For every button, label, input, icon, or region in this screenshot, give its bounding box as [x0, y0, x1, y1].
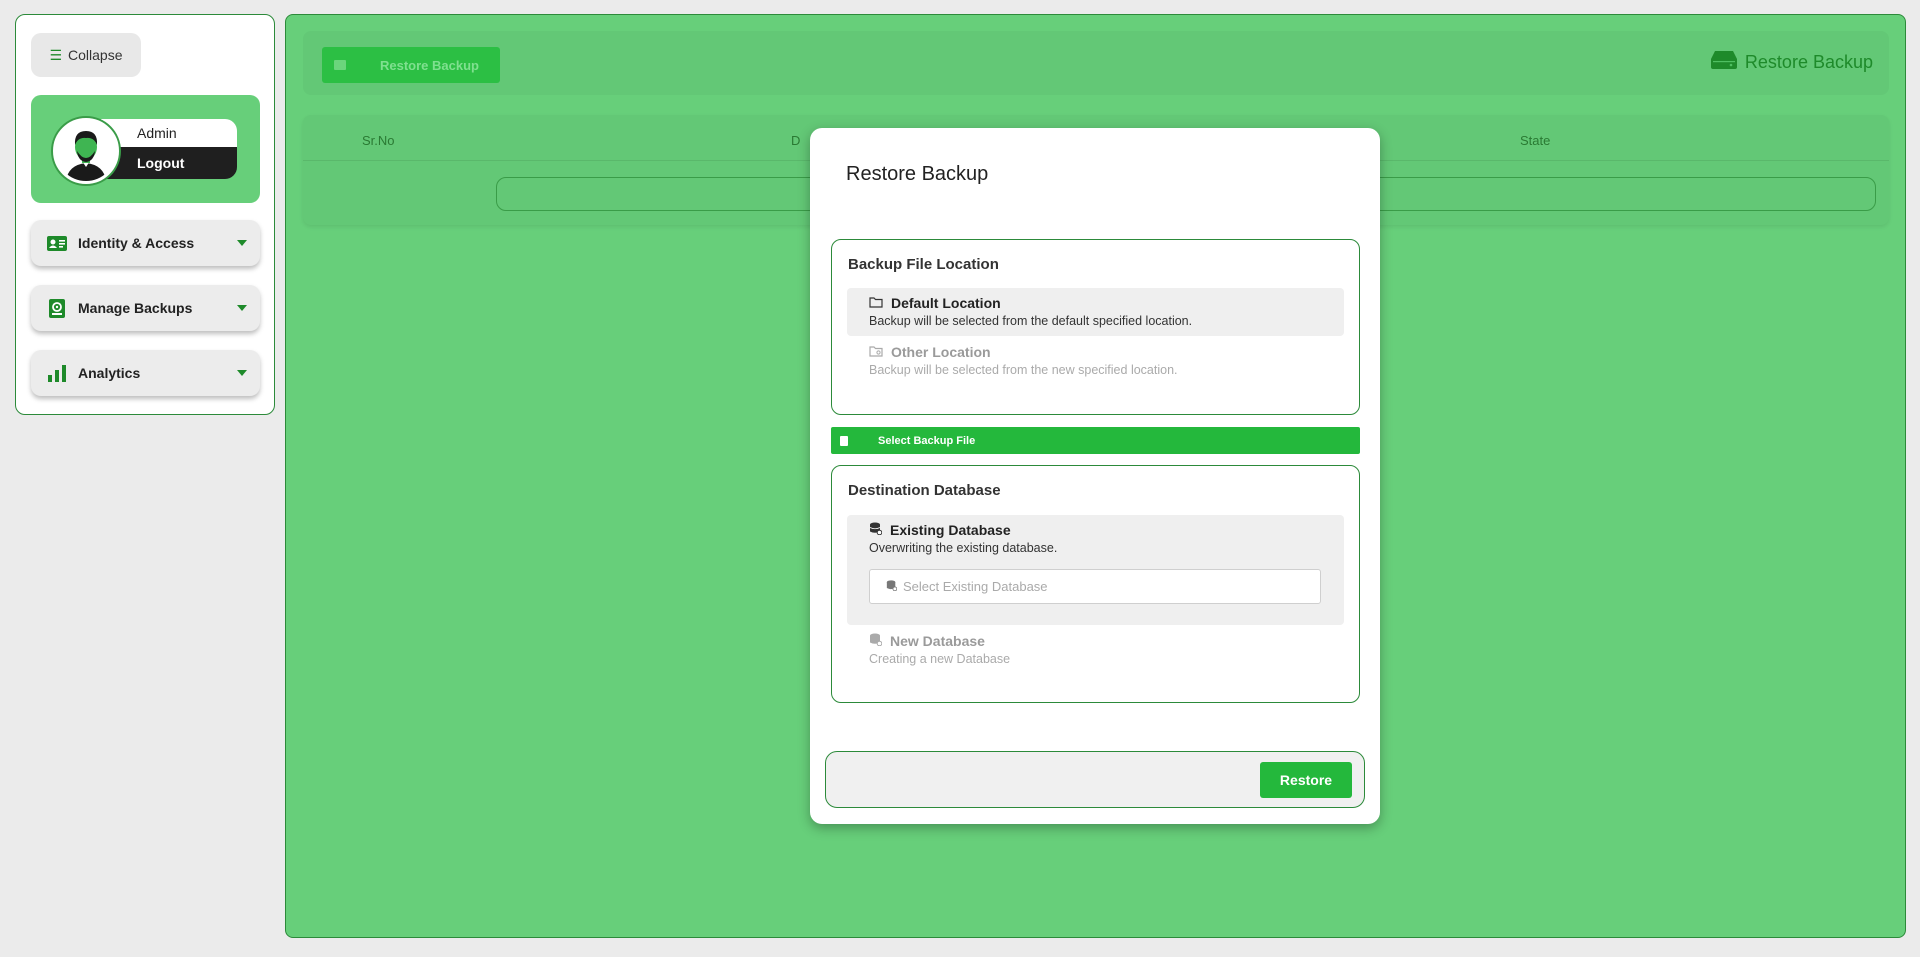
option-new-database[interactable]: New Database Creating a new Database [847, 626, 1344, 674]
option-label: New Database [890, 633, 985, 649]
collapse-button[interactable]: ☰ Collapse [31, 33, 141, 77]
folder-restore-icon [334, 60, 346, 70]
option-existing-database[interactable]: Existing Database Overwriting the existi… [847, 515, 1344, 625]
option-description: Overwriting the existing database. [869, 541, 1058, 555]
profile-name: Admin [101, 119, 237, 147]
sidebar-item-manage-backups[interactable]: Manage Backups [31, 285, 260, 331]
restore-backup-modal: Restore Backup Backup File Location Defa… [810, 128, 1380, 824]
column-header: D [791, 133, 801, 148]
logout-button[interactable]: Logout [101, 147, 237, 179]
server-icon [1710, 51, 1737, 74]
page-title: Restore Backup [1710, 51, 1873, 74]
avatar [53, 118, 119, 184]
sidebar-item-label: Manage Backups [78, 300, 193, 316]
sidebar-item-identity-access[interactable]: Identity & Access [31, 220, 260, 266]
backup-icon [46, 298, 68, 318]
backup-file-location-group: Backup File Location Default Location Ba… [831, 239, 1360, 415]
option-default-location[interactable]: Default Location Backup will be selected… [847, 288, 1344, 336]
column-header: State [1520, 133, 1551, 148]
column-header: Sr.No [362, 133, 395, 148]
option-description: Backup will be selected from the default… [869, 314, 1193, 328]
restore-backup-button[interactable]: Restore Backup [322, 47, 500, 83]
group-title: Destination Database [848, 482, 1001, 499]
destination-database-group: Destination Database Existing Database O… [831, 465, 1360, 703]
toolbar: Restore Backup Restore Backup [303, 31, 1889, 95]
option-label: Default Location [891, 295, 1001, 311]
folder-icon [869, 295, 883, 311]
collapse-label: Collapse [68, 47, 123, 63]
folder-search-icon [869, 344, 883, 360]
sidebar-item-analytics[interactable]: Analytics [31, 350, 260, 396]
option-other-location[interactable]: Other Location Backup will be selected f… [847, 337, 1344, 385]
modal-title: Restore Backup [846, 163, 989, 185]
sidebar-item-label: Analytics [78, 365, 141, 381]
option-description: Backup will be selected from the new spe… [869, 363, 1178, 377]
option-description: Creating a new Database [869, 652, 1011, 666]
modal-footer: Restore [825, 751, 1365, 808]
select-file-label: Select Backup File [878, 434, 976, 447]
bar-chart-icon [46, 364, 68, 382]
restore-button[interactable]: Restore [1260, 762, 1352, 798]
file-icon [840, 435, 848, 446]
select-backup-file-button[interactable]: Select Backup File [831, 427, 1360, 454]
group-title: Backup File Location [848, 256, 999, 273]
restore-backup-label: Restore Backup [380, 57, 479, 73]
id-card-icon [46, 234, 68, 252]
profile-card: Admin Logout [31, 95, 260, 203]
database-icon [869, 522, 883, 538]
sidebar: ☰ Collapse Admin Logout Identity & Acces… [15, 14, 275, 415]
hamburger-icon: ☰ [49, 46, 63, 63]
option-label: Other Location [891, 344, 991, 360]
chevron-down-icon [237, 370, 247, 376]
select-placeholder: Select Existing Database [903, 579, 1048, 594]
database-icon [886, 579, 898, 594]
sidebar-item-label: Identity & Access [78, 235, 195, 251]
page-title-text: Restore Backup [1744, 52, 1873, 72]
chevron-down-icon [237, 305, 247, 311]
existing-database-select[interactable]: Select Existing Database [869, 569, 1321, 604]
chevron-down-icon [237, 240, 247, 246]
database-add-icon [869, 633, 883, 649]
option-label: Existing Database [890, 522, 1011, 538]
